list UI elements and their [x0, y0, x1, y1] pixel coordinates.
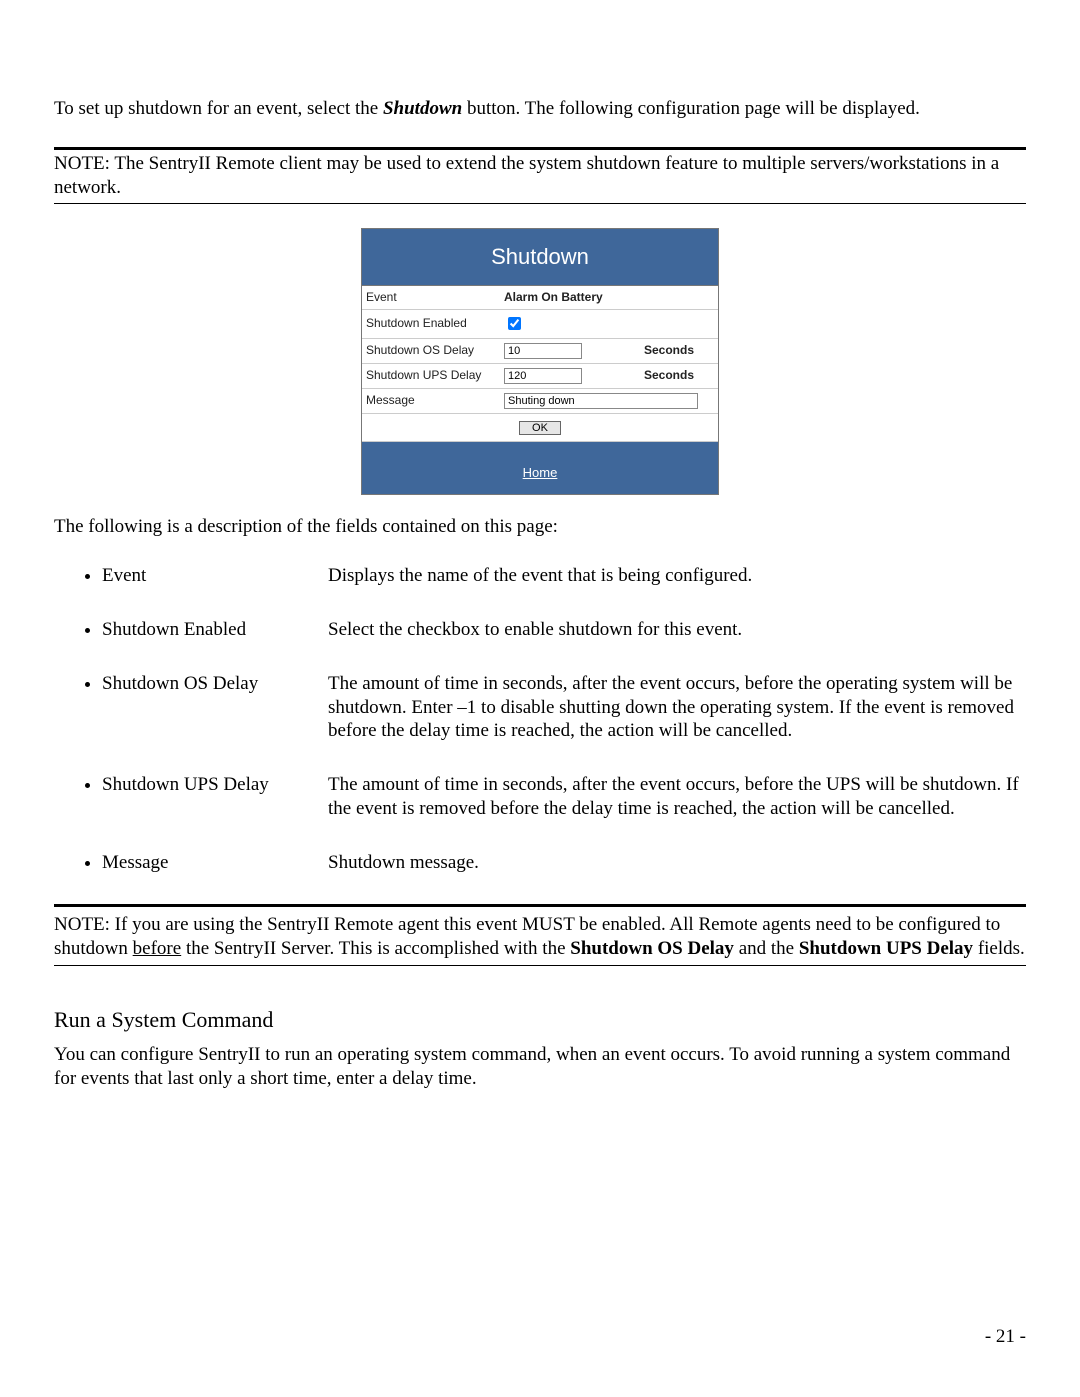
field-list: Event Displays the name of the event tha…	[54, 564, 1026, 874]
unit-upsdelay: Seconds	[640, 363, 718, 388]
shutdown-panel: Shutdown Event Alarm On Battery Shutdown…	[361, 228, 719, 494]
intro-pre: To set up shutdown for an event, select …	[54, 98, 383, 119]
divider-thin-top	[54, 203, 1026, 204]
divider-thin-bottom	[54, 965, 1026, 966]
field-name: Shutdown OS Delay	[102, 672, 328, 743]
field-name: Shutdown Enabled	[102, 618, 328, 642]
panel-footer: Home	[362, 442, 718, 494]
field-name: Shutdown UPS Delay	[102, 773, 328, 821]
value-event: Alarm On Battery	[500, 286, 718, 310]
list-item: Message Shutdown message.	[102, 851, 1026, 875]
home-link[interactable]: Home	[523, 465, 558, 480]
field-desc: Displays the name of the event that is b…	[328, 564, 1026, 588]
row-osdelay: Shutdown OS Delay Seconds	[362, 338, 718, 363]
list-item: Shutdown UPS Delay The amount of time in…	[102, 773, 1026, 821]
row-event: Event Alarm On Battery	[362, 286, 718, 310]
section-body: You can configure SentryII to run an ope…	[54, 1043, 1026, 1091]
page-number: - 21 -	[985, 1325, 1026, 1349]
row-upsdelay: Shutdown UPS Delay Seconds	[362, 363, 718, 388]
intro-bold: Shutdown	[383, 98, 462, 119]
divider-thick-top	[54, 147, 1026, 150]
row-message: Message	[362, 388, 718, 413]
field-desc: The amount of time in seconds, after the…	[328, 773, 1026, 821]
ok-button[interactable]: OK	[519, 421, 561, 435]
list-item: Shutdown OS Delay The amount of time in …	[102, 672, 1026, 743]
checkbox-shutdown-enabled[interactable]	[508, 317, 521, 330]
field-name: Event	[102, 564, 328, 588]
intro-post: button. The following configuration page…	[462, 98, 920, 119]
note-1: NOTE: The SentryII Remote client may be …	[54, 152, 1026, 200]
field-desc: The amount of time in seconds, after the…	[328, 672, 1026, 743]
panel-title: Shutdown	[362, 229, 718, 286]
label-enabled: Shutdown Enabled	[362, 309, 500, 338]
row-ok: OK	[362, 413, 718, 441]
label-event: Event	[362, 286, 500, 310]
input-message[interactable]	[504, 393, 698, 409]
unit-osdelay: Seconds	[640, 338, 718, 363]
label-osdelay: Shutdown OS Delay	[362, 338, 500, 363]
input-osdelay[interactable]	[504, 343, 582, 359]
list-item: Shutdown Enabled Select the checkbox to …	[102, 618, 1026, 642]
section-heading: Run a System Command	[54, 1006, 1026, 1034]
label-message: Message	[362, 388, 500, 413]
input-upsdelay[interactable]	[504, 368, 582, 384]
field-desc: Select the checkbox to enable shutdown f…	[328, 618, 1026, 642]
fields-intro: The following is a description of the fi…	[54, 515, 1026, 539]
label-upsdelay: Shutdown UPS Delay	[362, 363, 500, 388]
divider-thick-bottom	[54, 904, 1026, 907]
list-item: Event Displays the name of the event tha…	[102, 564, 1026, 588]
row-enabled: Shutdown Enabled	[362, 309, 718, 338]
field-desc: Shutdown message.	[328, 851, 1026, 875]
note-2: NOTE: If you are using the SentryII Remo…	[54, 913, 1026, 961]
field-name: Message	[102, 851, 328, 875]
intro-text: To set up shutdown for an event, select …	[54, 97, 1026, 121]
